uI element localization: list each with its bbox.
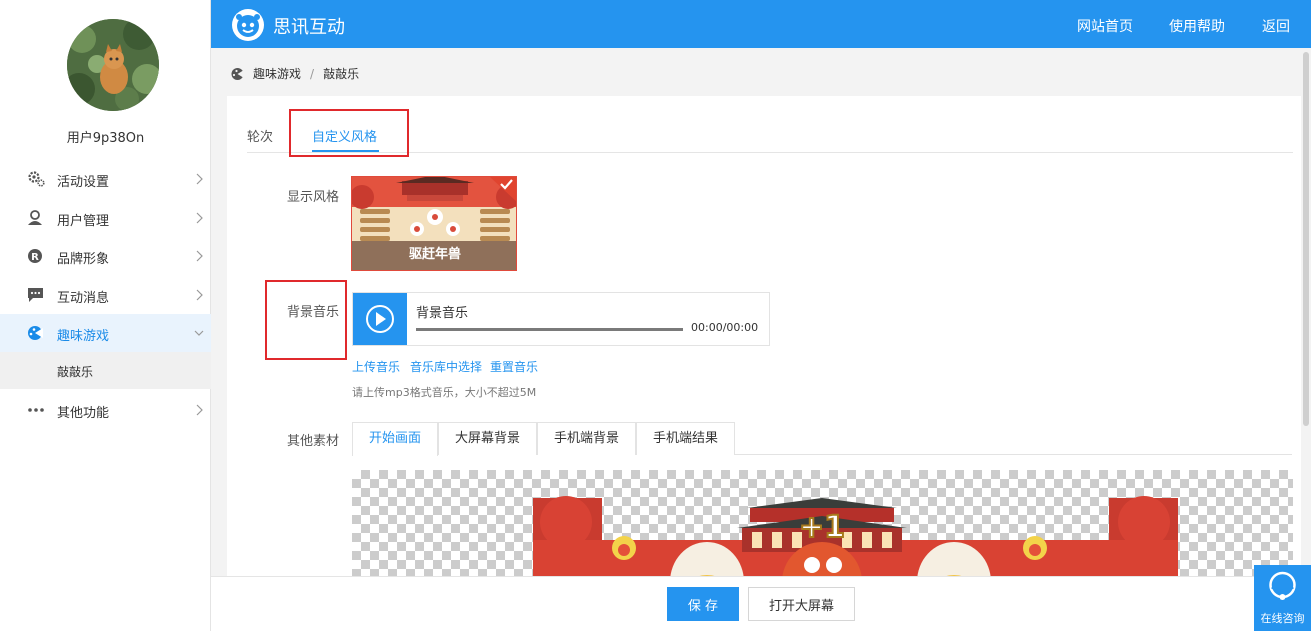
chevron-right-icon (196, 289, 203, 301)
username: 用户9p38On (66, 131, 145, 146)
chevron-right-icon (196, 212, 203, 224)
sidebar-item-other-functions[interactable]: 其他功能 (0, 391, 211, 429)
avatar[interactable] (67, 19, 159, 111)
breadcrumb: 趣味游戏 / 敲敲乐 (231, 65, 359, 82)
sidebar-item-label: 用户管理 (57, 214, 110, 229)
sidebar-item-interactive-messages[interactable]: 互动消息 (0, 276, 211, 314)
sidebar-subitem-label: 敲敲乐 (57, 365, 94, 379)
other-assets-label: 其他素材 (287, 434, 340, 449)
audio-time: 00:00/00:00 (691, 321, 759, 334)
tab-mobile-result[interactable]: 手机端结果 (636, 422, 735, 455)
main-content: 趣味游戏 / 敲敲乐 轮次 自定义风格 显示风格 驱赶年兽 背景音乐 背景音乐 … (211, 48, 1311, 631)
top-bar: 思讯互动 网站首页 使用帮助 返回 (211, 0, 1311, 48)
sidebar-item-label: 其他功能 (57, 406, 110, 421)
sidebar-item-label: 活动设置 (57, 175, 110, 190)
chevron-right-icon (196, 250, 203, 262)
breadcrumb-parent[interactable]: 趣味游戏 (253, 65, 301, 82)
tab-mobile-bg[interactable]: 手机端背景 (537, 422, 636, 455)
highlight-box-music (265, 280, 347, 360)
more-icon (28, 408, 44, 412)
chevron-down-icon (194, 330, 204, 336)
sidebar-item-user-management[interactable]: 用户管理 (0, 199, 211, 237)
upload-hint: 请上传mp3格式音乐，大小不超过5M (352, 386, 537, 399)
save-button[interactable]: 保 存 (667, 587, 739, 621)
gear-icon (28, 171, 45, 187)
audio-player: 背景音乐 00:00/00:00 (352, 292, 770, 346)
plus-one-badge: +1 (798, 509, 846, 546)
audio-title: 背景音乐 (416, 306, 469, 321)
sidebar-item-activity-settings[interactable]: 活动设置 (0, 160, 211, 198)
highlight-box-tab (289, 109, 409, 157)
back-link[interactable]: 返回 (1262, 16, 1290, 36)
brand-name: 思讯互动 (273, 17, 345, 38)
bg-music-label: 背景音乐 (287, 305, 340, 320)
audio-progress-bar[interactable] (416, 328, 683, 331)
svg-text:R: R (31, 252, 39, 263)
sidebar-item-label: 品牌形象 (57, 252, 110, 267)
bottom-action-bar: 保 存 打开大屏幕 (211, 576, 1311, 631)
sidebar-subitem-knock-game[interactable]: 敲敲乐 (0, 352, 211, 389)
sidebar-item-label: 趣味游戏 (57, 329, 110, 344)
scrollbar[interactable] (1303, 52, 1309, 426)
choose-from-library-link[interactable]: 音乐库中选择 (410, 358, 482, 375)
display-style-label: 显示风格 (287, 190, 340, 205)
online-consult-button[interactable]: 在线咨询 (1254, 565, 1311, 631)
tab-big-screen-bg[interactable]: 大屏幕背景 (438, 422, 537, 455)
style-name: 驱赶年兽 (408, 247, 461, 262)
game-icon (231, 67, 244, 80)
play-button[interactable] (353, 293, 407, 345)
tab-start-screen[interactable]: 开始画面 (352, 422, 438, 456)
site-home-link[interactable]: 网站首页 (1077, 16, 1133, 36)
open-big-screen-button[interactable]: 打开大屏幕 (748, 587, 855, 621)
chevron-right-icon (196, 173, 203, 185)
reset-music-link[interactable]: 重置音乐 (490, 358, 538, 375)
tab-round[interactable]: 轮次 (247, 126, 273, 145)
upload-music-link[interactable]: 上传音乐 (352, 358, 400, 375)
message-icon (28, 288, 43, 302)
sidebar-item-label: 互动消息 (57, 291, 110, 306)
sidebar-item-brand-image[interactable]: R 品牌形象 (0, 237, 211, 275)
user-icon (28, 210, 42, 225)
settings-card: 轮次 自定义风格 显示风格 驱赶年兽 背景音乐 背景音乐 00:00/00:00… (227, 96, 1301, 631)
sidebar: 用户9p38On 活动设置 用户管理 R 品牌形象 互动消息 趣味游戏 敲敲乐 … (0, 0, 211, 631)
help-link[interactable]: 使用帮助 (1169, 16, 1225, 36)
breadcrumb-separator: / (310, 66, 315, 81)
sidebar-item-fun-games[interactable]: 趣味游戏 (0, 314, 211, 352)
headset-icon (1269, 571, 1296, 600)
registered-icon: R (28, 249, 42, 263)
logo-icon[interactable] (231, 8, 265, 42)
online-consult-label: 在线咨询 (1260, 612, 1305, 625)
style-thumbnail-card[interactable]: 驱赶年兽 (351, 176, 517, 271)
play-icon (366, 305, 394, 333)
game-icon (28, 326, 43, 340)
breadcrumb-current: 敲敲乐 (323, 67, 360, 81)
chevron-right-icon (196, 404, 203, 416)
